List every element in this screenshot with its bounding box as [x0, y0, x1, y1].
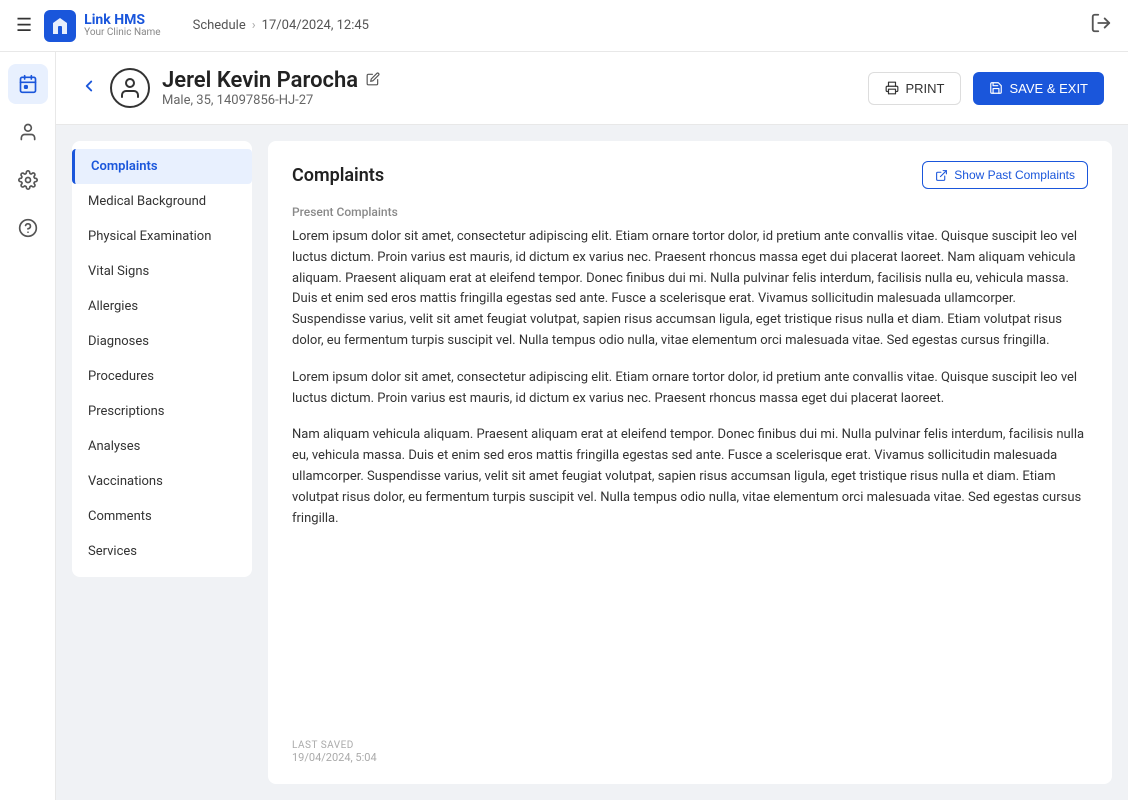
last-saved-label: LAST SAVED [292, 740, 1088, 751]
last-saved-time: 19/04/2024, 5:04 [292, 751, 1088, 764]
logo-icon [44, 10, 76, 42]
patient-header-left: Jerel Kevin Parocha Male, 35, 14097856-H… [80, 68, 380, 108]
breadcrumb-sep: › [252, 18, 256, 33]
complaint-text-1: Lorem ipsum dolor sit amet, consectetur … [292, 227, 1088, 352]
breadcrumb: Schedule › 17/04/2024, 12:45 [193, 18, 369, 33]
patient-name: Jerel Kevin Parocha [162, 68, 380, 93]
page-body: Complaints Medical Background Physical E… [56, 125, 1128, 800]
sidebar-item-user[interactable] [8, 112, 48, 152]
nav-right [1090, 12, 1112, 39]
sidebar-item-calendar[interactable] [8, 64, 48, 104]
patient-header: Jerel Kevin Parocha Male, 35, 14097856-H… [56, 52, 1128, 125]
nav-item-diagnoses[interactable]: Diagnoses [72, 324, 252, 359]
edit-patient-icon[interactable] [366, 72, 380, 90]
nav-item-vital-signs[interactable]: Vital Signs [72, 254, 252, 289]
panel-header: Complaints Show Past Complaints [292, 161, 1088, 189]
logo-text: Link HMS Your Clinic Name [84, 13, 160, 39]
nav-item-analyses[interactable]: Analyses [72, 429, 252, 464]
patient-header-actions: PRINT SAVE & EXIT [868, 72, 1104, 105]
sidebar-item-help[interactable] [8, 208, 48, 248]
print-button[interactable]: PRINT [868, 72, 961, 105]
main-panel: Complaints Show Past Complaints Present … [268, 141, 1112, 784]
breadcrumb-datetime: 17/04/2024, 12:45 [262, 18, 369, 33]
patient-info: Jerel Kevin Parocha Male, 35, 14097856-H… [162, 68, 380, 108]
panel-title: Complaints [292, 165, 384, 186]
nav-item-procedures[interactable]: Procedures [72, 359, 252, 394]
patient-avatar [110, 68, 150, 108]
nav-item-allergies[interactable]: Allergies [72, 289, 252, 324]
nav-item-services[interactable]: Services [72, 534, 252, 569]
icon-sidebar [0, 52, 56, 800]
show-past-complaints-button[interactable]: Show Past Complaints [922, 161, 1088, 189]
nav-item-medical-background[interactable]: Medical Background [72, 184, 252, 219]
nav-item-physical-examination[interactable]: Physical Examination [72, 219, 252, 254]
sidebar-item-settings[interactable] [8, 160, 48, 200]
back-button[interactable] [80, 77, 98, 100]
complaint-text-3: Nam aliquam vehicula aliquam. Praesent a… [292, 425, 1088, 529]
logo-sub: Your Clinic Name [84, 27, 160, 39]
top-nav: ☰ Link HMS Your Clinic Name Schedule › 1… [0, 0, 1128, 52]
last-saved: LAST SAVED 19/04/2024, 5:04 [292, 728, 1088, 764]
nav-item-comments[interactable]: Comments [72, 499, 252, 534]
content-area: Jerel Kevin Parocha Male, 35, 14097856-H… [56, 52, 1128, 800]
nav-left: ☰ Link HMS Your Clinic Name Schedule › 1… [16, 10, 369, 42]
nav-item-complaints[interactable]: Complaints [72, 149, 252, 184]
logo-name: Link HMS [84, 13, 160, 27]
logo: Link HMS Your Clinic Name [44, 10, 160, 42]
section-label: Present Complaints [292, 205, 1088, 219]
complaint-text-2: Lorem ipsum dolor sit amet, consectetur … [292, 368, 1088, 410]
breadcrumb-schedule[interactable]: Schedule [193, 18, 246, 33]
patient-meta: Male, 35, 14097856-HJ-27 [162, 93, 380, 108]
left-nav: Complaints Medical Background Physical E… [72, 141, 252, 577]
main-layout: Jerel Kevin Parocha Male, 35, 14097856-H… [0, 52, 1128, 800]
exit-icon[interactable] [1090, 12, 1112, 39]
nav-item-prescriptions[interactable]: Prescriptions [72, 394, 252, 429]
save-exit-button[interactable]: SAVE & EXIT [973, 72, 1104, 105]
nav-item-vaccinations[interactable]: Vaccinations [72, 464, 252, 499]
hamburger-icon[interactable]: ☰ [16, 15, 32, 36]
